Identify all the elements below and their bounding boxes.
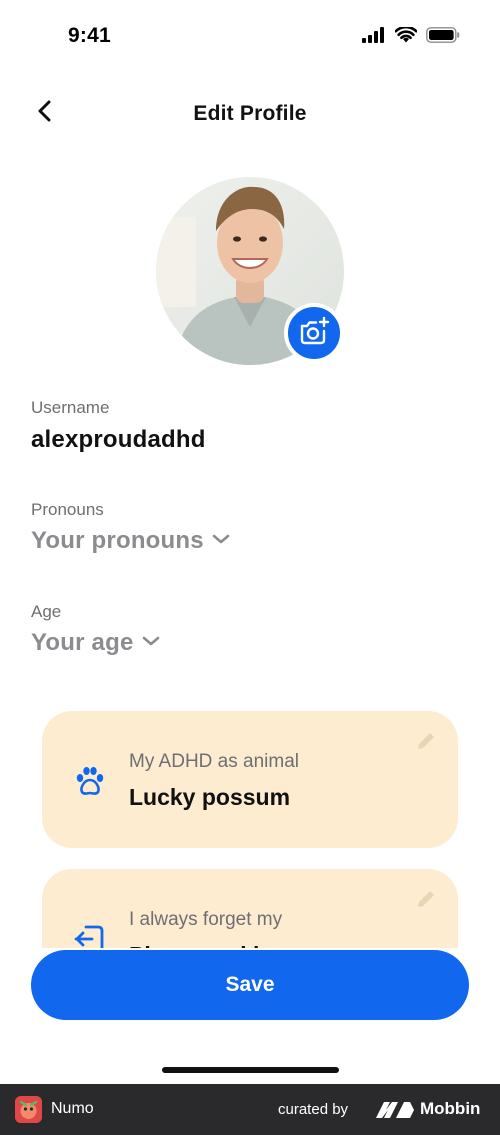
status-time: 9:41 — [68, 24, 111, 47]
pronouns-label: Pronouns — [31, 500, 104, 519]
pronouns-field: Pronouns Your pronouns — [31, 500, 230, 555]
age-field: Age Your age — [31, 602, 160, 657]
app-icon — [15, 1096, 42, 1123]
age-select[interactable]: Your age — [31, 629, 160, 657]
battery-icon — [426, 27, 460, 48]
status-bar: 9:41 — [0, 0, 500, 75]
camera-add-icon — [298, 316, 330, 351]
pencil-icon[interactable] — [414, 729, 438, 753]
status-icons — [362, 25, 460, 48]
page-title: Edit Profile — [193, 102, 307, 125]
attribution-footer: Numo curated by Mobbin — [0, 1084, 500, 1135]
save-button[interactable]: Save — [31, 950, 469, 1020]
pronouns-select[interactable]: Your pronouns — [31, 527, 230, 555]
username-label: Username — [31, 398, 110, 417]
app-name: Numo — [51, 1100, 94, 1117]
paw-icon — [72, 763, 108, 799]
username-field: Username alexproudadhd — [31, 398, 206, 454]
cellular-signal-icon — [362, 27, 386, 48]
username-value[interactable]: alexproudadhd — [31, 426, 206, 454]
chevron-down-icon — [212, 532, 230, 550]
home-indicator — [162, 1067, 339, 1073]
pronouns-placeholder: Your pronouns — [31, 527, 204, 554]
brand-name: Mobbin — [420, 1099, 481, 1118]
pencil-icon[interactable] — [414, 887, 438, 911]
adhd-animal-card[interactable]: My ADHD as animal Lucky possum — [42, 711, 458, 848]
card-value: Lucky possum — [129, 784, 291, 810]
mobbin-logo-icon — [376, 1100, 414, 1125]
age-label: Age — [31, 602, 62, 621]
nav-header: Edit Profile — [0, 90, 500, 138]
avatar-section — [156, 177, 344, 365]
age-placeholder: Your age — [31, 629, 134, 656]
card-label: My ADHD as animal — [129, 751, 299, 772]
change-photo-button[interactable] — [284, 303, 344, 363]
curated-by-label: curated by — [278, 1101, 349, 1118]
chevron-down-icon — [142, 634, 160, 652]
wifi-icon — [394, 25, 418, 48]
card-label: I always forget my — [129, 909, 283, 930]
